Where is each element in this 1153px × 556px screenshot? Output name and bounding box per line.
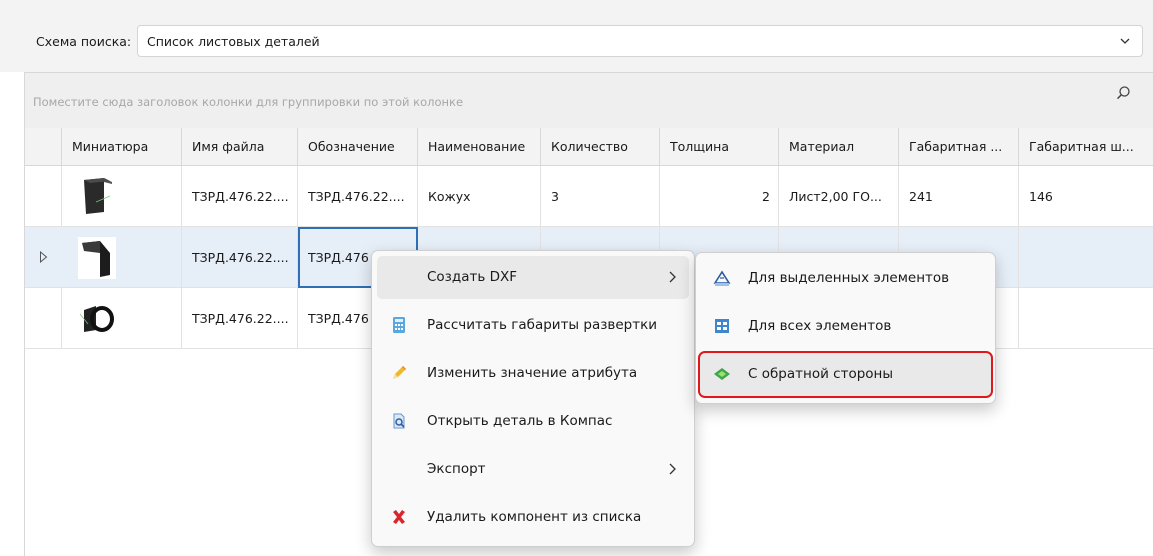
table-row[interactable]: ТЗРД.476.22.... ТЗРД.476.22.... Кожух 3 … bbox=[25, 166, 1153, 227]
column-header-name[interactable]: Наименование bbox=[418, 128, 541, 166]
submenu-item-reverse-side[interactable]: С обратной стороны bbox=[698, 351, 993, 398]
submenu-item-label: Для всех элементов bbox=[748, 318, 892, 334]
menu-item-export[interactable]: Экспорт bbox=[377, 448, 689, 491]
menu-item-label: Создать DXF bbox=[427, 269, 517, 285]
chevron-right-icon bbox=[669, 271, 676, 283]
overall-length-cell: 241 bbox=[899, 166, 1019, 227]
header-expander-cell bbox=[25, 128, 62, 166]
column-header-overall-width[interactable]: Габаритная ш... bbox=[1019, 128, 1153, 166]
material-cell: Лист2,00 ГО... bbox=[779, 166, 899, 227]
column-header-designation[interactable]: Обозначение bbox=[298, 128, 418, 166]
quantity-cell: 3 bbox=[541, 166, 660, 227]
menu-item-label: Открыть деталь в Компас bbox=[427, 413, 613, 429]
pencil-icon bbox=[393, 366, 406, 379]
create-dxf-submenu: Для выделенных элементов Для всех элемен… bbox=[695, 252, 996, 404]
search-icon[interactable] bbox=[1115, 85, 1131, 101]
delete-x-icon bbox=[393, 510, 405, 524]
row-expander[interactable] bbox=[25, 288, 62, 349]
grid-header: Миниатюра Имя файла Обозначение Наименов… bbox=[25, 128, 1153, 166]
expand-arrow-icon[interactable] bbox=[39, 251, 48, 263]
submenu-item-label: С обратной стороны bbox=[748, 366, 894, 382]
thumbnail-cell bbox=[62, 227, 182, 288]
overall-width-cell bbox=[1019, 288, 1153, 349]
sheet-part-thumbnail bbox=[79, 306, 114, 332]
dxf-all-icon bbox=[715, 319, 729, 333]
row-expander[interactable] bbox=[25, 227, 62, 288]
name-cell: Кожух bbox=[418, 166, 541, 227]
search-scheme-dropdown[interactable]: Список листовых деталей bbox=[137, 25, 1143, 57]
row-expander[interactable] bbox=[25, 166, 62, 227]
submenu-item-for-all[interactable]: Для всех элементов bbox=[700, 305, 991, 348]
menu-item-label: Рассчитать габариты развертки bbox=[427, 317, 658, 333]
sheet-part-thumbnail bbox=[78, 237, 116, 279]
group-by-hint: Поместите сюда заголовок колонки для гру… bbox=[33, 95, 464, 109]
chevron-right-icon bbox=[669, 463, 676, 475]
flip-side-icon bbox=[714, 368, 730, 380]
menu-item-label: Изменить значение атрибута bbox=[427, 365, 638, 381]
thumbnail-cell bbox=[62, 288, 182, 349]
menu-item-calc-flat-dimensions[interactable]: Рассчитать габариты развертки bbox=[377, 304, 689, 347]
search-scheme-value: Список листовых деталей bbox=[147, 34, 320, 49]
designation-cell: ТЗРД.476.22.... bbox=[298, 166, 418, 227]
menu-item-label: Экспорт bbox=[427, 461, 486, 477]
file-name-cell: ТЗРД.476.22.... bbox=[182, 166, 298, 227]
column-header-file-name[interactable]: Имя файла bbox=[182, 128, 298, 166]
column-header-overall-length[interactable]: Габаритная ... bbox=[899, 128, 1019, 166]
menu-item-edit-attribute[interactable]: Изменить значение атрибута bbox=[377, 352, 689, 395]
sheet-part-thumbnail bbox=[84, 178, 112, 214]
overall-width-cell: 146 bbox=[1029, 189, 1053, 204]
file-name-cell: ТЗРД.476.22.... bbox=[182, 227, 298, 288]
calculator-icon bbox=[393, 317, 405, 333]
search-scheme-bar: Схема поиска: Список листовых деталей bbox=[0, 0, 1153, 72]
column-header-quantity[interactable]: Количество bbox=[541, 128, 660, 166]
menu-item-open-in-kompas[interactable]: Открыть деталь в Компас bbox=[377, 400, 689, 443]
menu-item-remove-component[interactable]: Удалить компонент из списка bbox=[377, 496, 689, 539]
menu-item-label: Удалить компонент из списка bbox=[427, 509, 642, 525]
file-name-cell: ТЗРД.476.22.... bbox=[182, 288, 298, 349]
group-by-panel[interactable]: Поместите сюда заголовок колонки для гру… bbox=[24, 72, 1153, 128]
menu-item-create-dxf[interactable]: Создать DXF bbox=[377, 256, 689, 299]
search-scheme-label: Схема поиска: bbox=[36, 34, 132, 49]
thickness-cell: 2 bbox=[660, 166, 779, 227]
dxf-selected-icon bbox=[713, 270, 731, 286]
thumbnail-cell bbox=[62, 166, 182, 227]
context-menu: Создать DXF Рассчитать габариты развертк… bbox=[371, 250, 695, 547]
open-document-icon bbox=[393, 413, 405, 429]
column-header-thickness[interactable]: Толщина bbox=[660, 128, 779, 166]
submenu-item-for-selected[interactable]: Для выделенных элементов bbox=[700, 257, 991, 300]
overall-width-cell bbox=[1019, 227, 1153, 288]
column-header-thumbnail[interactable]: Миниатюра bbox=[62, 128, 182, 166]
submenu-item-label: Для выделенных элементов bbox=[748, 270, 950, 286]
column-header-material[interactable]: Материал bbox=[779, 128, 899, 166]
chevron-down-icon bbox=[1120, 38, 1130, 44]
